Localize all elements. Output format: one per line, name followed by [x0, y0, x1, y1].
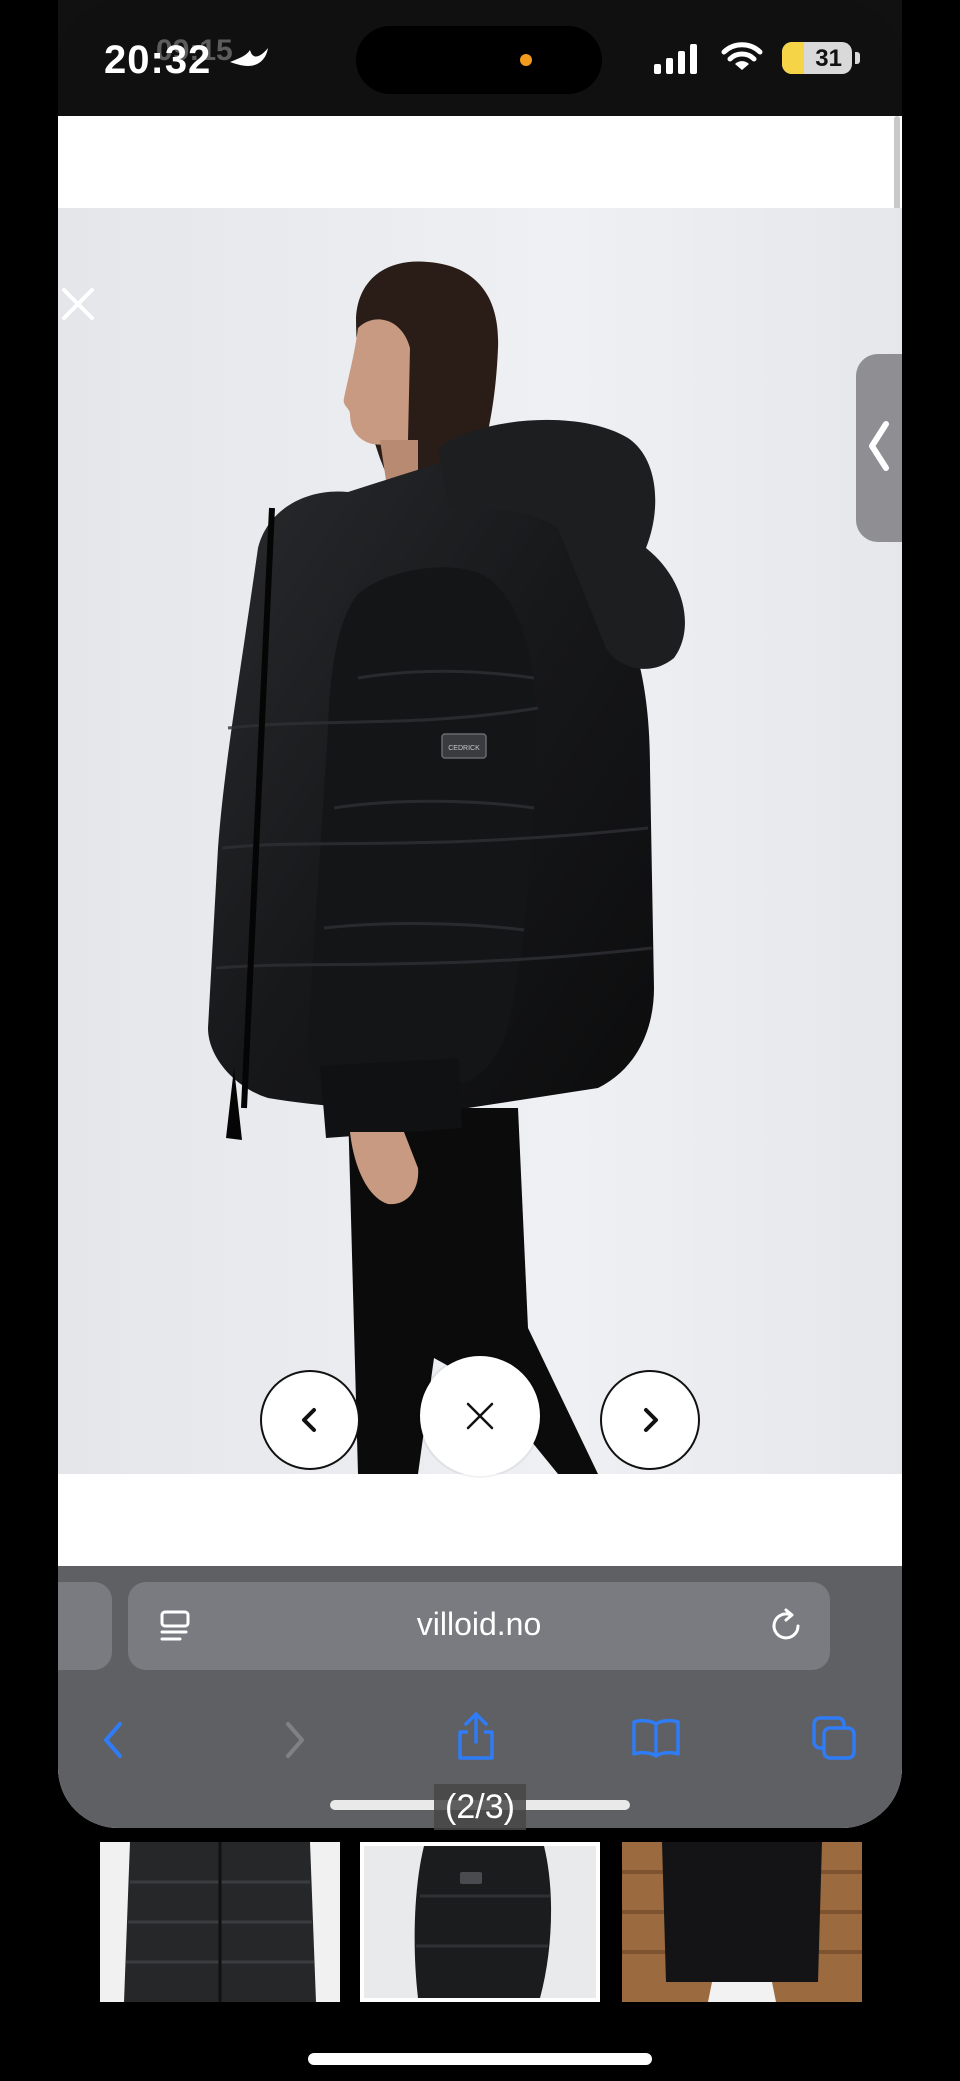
book-icon[interactable]	[630, 1716, 682, 1760]
bird-icon	[230, 48, 268, 66]
thumbnail-2[interactable]	[360, 1842, 600, 2002]
chevron-left-icon	[302, 1408, 316, 1432]
signal-icon	[654, 44, 697, 74]
battery-percent: 31	[815, 45, 842, 72]
url-text: villoid.no	[416, 1606, 542, 1642]
address-bar[interactable]: villoid.no	[128, 1582, 830, 1670]
ghost-status-time: 09:15	[156, 34, 233, 67]
previous-image-button[interactable]	[260, 1370, 360, 1470]
brand-badge-text: CEDRICK	[448, 745, 480, 752]
mic-indicator-icon	[520, 54, 532, 66]
status-bar: 20:32 09:15 31	[58, 0, 902, 116]
battery-icon: 31	[782, 42, 852, 74]
close-icon	[466, 1402, 494, 1430]
image-counter: (2/3)	[434, 1784, 526, 1830]
status-icons: 31	[654, 38, 884, 84]
battery-tip	[855, 52, 860, 64]
bottom-toolbar	[58, 1694, 902, 1794]
previous-tab-preview[interactable]	[58, 1582, 112, 1670]
dynamic-island	[356, 26, 602, 94]
long-puffer-coat-thumbnail	[100, 1842, 340, 2002]
webpage: CEDRICK villoid.no	[58, 116, 902, 1828]
thumbnail-strip	[0, 1842, 960, 2012]
close-lightbox-button[interactable]	[420, 1356, 540, 1476]
product-photo: CEDRICK	[58, 208, 902, 1474]
home-indicator	[308, 2053, 652, 2065]
tabs-icon[interactable]	[810, 1714, 858, 1762]
reload-icon[interactable]	[768, 1608, 804, 1644]
back-button[interactable]	[98, 1718, 128, 1762]
side-drawer-tab[interactable]	[856, 354, 902, 542]
share-icon[interactable]	[454, 1710, 498, 1762]
chevron-left-icon	[869, 421, 889, 471]
forward-button[interactable]	[280, 1718, 310, 1762]
next-image-button[interactable]	[600, 1370, 700, 1470]
close-icon[interactable]	[58, 284, 98, 324]
chevron-right-icon	[644, 1408, 658, 1432]
phone-frame: 20:32 09:15 31 CEDRICK villoid.no	[58, 0, 902, 1828]
model-in-puffer-jacket-image: CEDRICK	[58, 208, 902, 1474]
puffer-jacket-side-thumbnail	[364, 1846, 596, 1998]
thumbnail-1[interactable]	[100, 1842, 340, 2002]
wifi-icon	[721, 42, 763, 70]
thumbnail-3[interactable]	[622, 1842, 862, 2002]
jacket-on-wood-background-thumbnail	[622, 1842, 862, 2002]
